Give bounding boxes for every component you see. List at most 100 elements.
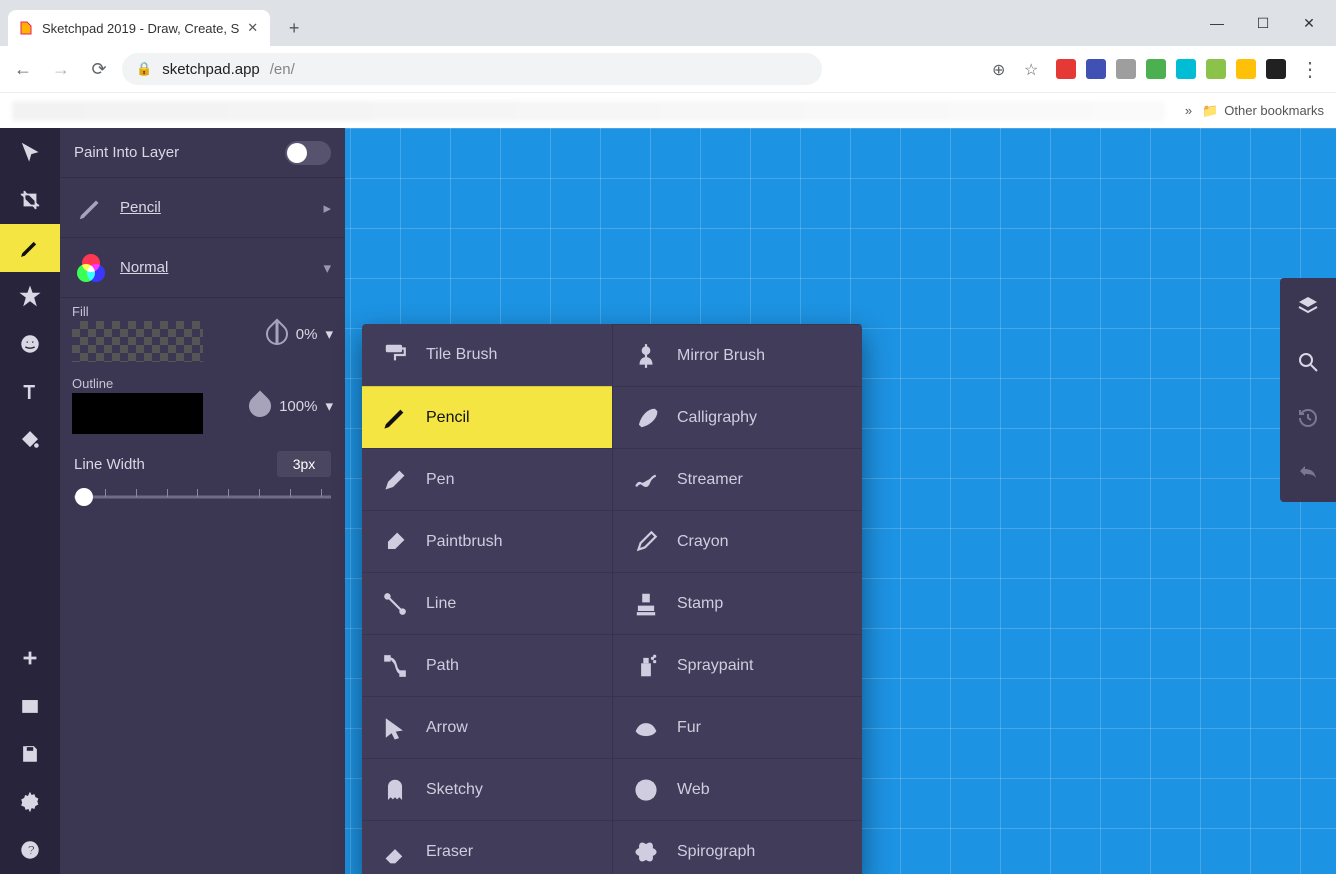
brush-crayon[interactable]: Crayon	[612, 510, 862, 572]
brush-sketchy[interactable]: Sketchy	[362, 758, 612, 820]
fill-tool[interactable]	[0, 416, 60, 464]
outline-opacity-value: 100%	[279, 398, 317, 415]
pen-icon	[380, 465, 410, 495]
brush-spraypaint[interactable]: Spraypaint	[612, 634, 862, 696]
save-button[interactable]	[0, 730, 60, 778]
chevron-down-icon: ▾	[325, 325, 333, 343]
extension-icon[interactable]	[1086, 59, 1106, 79]
extensions	[1056, 59, 1286, 79]
brush-spirograph[interactable]: Spirograph	[612, 820, 862, 874]
undo-button[interactable]	[1280, 446, 1336, 502]
brush-arrow[interactable]: Arrow	[362, 696, 612, 758]
help-button[interactable]: ?	[0, 826, 60, 874]
forward-button[interactable]: →	[46, 54, 76, 84]
sketchpad-app: T ? Paint Into Layer Pencil ▸ Normal	[0, 128, 1336, 874]
line-icon	[380, 589, 410, 619]
slider-thumb[interactable]	[75, 488, 93, 506]
paint-into-layer-toggle[interactable]	[285, 141, 331, 165]
brush-pencil[interactable]: Pencil	[362, 386, 612, 448]
brush-eraser[interactable]: Eraser	[362, 820, 612, 874]
close-window-button[interactable]: ✕	[1286, 7, 1332, 39]
fill-label: Fill	[60, 298, 215, 321]
left-tool-rail: T ?	[0, 128, 60, 874]
select-tool[interactable]	[0, 128, 60, 176]
brush-tile-brush[interactable]: Tile Brush	[362, 324, 612, 386]
chevron-down-icon: ▾	[325, 397, 333, 415]
extension-icon[interactable]	[1266, 59, 1286, 79]
line-width-row: Line Width	[60, 442, 345, 486]
brush-label: Fur	[677, 719, 701, 737]
mirror-icon	[631, 341, 661, 371]
fill-opacity-control[interactable]: 0% ▾	[215, 298, 345, 370]
brush-line[interactable]: Line	[362, 572, 612, 634]
blend-mode-row[interactable]: Normal ▾	[60, 238, 345, 298]
url-host: sketchpad.app	[162, 61, 260, 78]
lock-icon: 🔒	[136, 61, 152, 77]
feather-icon	[631, 403, 661, 433]
brush-path[interactable]: Path	[362, 634, 612, 696]
line-width-slider[interactable]	[74, 492, 331, 502]
outline-swatch[interactable]	[72, 393, 203, 434]
brush-select-row[interactable]: Pencil ▸	[60, 178, 345, 238]
brush-label: Spirograph	[677, 843, 755, 861]
reload-button[interactable]: ⟳	[84, 54, 114, 84]
brush-stamp[interactable]: Stamp	[612, 572, 862, 634]
tool-options-panel: Paint Into Layer Pencil ▸ Normal ▾ Fill	[60, 128, 345, 874]
settings-button[interactable]	[0, 778, 60, 826]
streamer-icon	[631, 465, 661, 495]
new-tab-button[interactable]: +	[280, 14, 308, 42]
brush-paintbrush[interactable]: Paintbrush	[362, 510, 612, 572]
open-button[interactable]	[0, 682, 60, 730]
brush-fur[interactable]: Fur	[612, 696, 862, 758]
other-bookmarks-link[interactable]: Other bookmarks	[1224, 103, 1324, 118]
fill-opacity-value: 0%	[296, 326, 318, 343]
blend-icon	[74, 254, 108, 282]
brush-calligraphy[interactable]: Calligraphy	[612, 386, 862, 448]
extension-icon[interactable]	[1116, 59, 1136, 79]
maximize-button[interactable]: ☐	[1240, 7, 1286, 39]
brush-pen[interactable]: Pen	[362, 448, 612, 510]
extension-icon[interactable]	[1236, 59, 1256, 79]
brush-streamer[interactable]: Streamer	[612, 448, 862, 510]
bookmarks-overflow-icon[interactable]: »	[1185, 103, 1192, 118]
browser-tab[interactable]: Sketchpad 2019 - Draw, Create, S ✕	[8, 10, 270, 46]
svg-text:T: T	[24, 381, 35, 402]
line-width-input[interactable]	[277, 451, 331, 477]
brush-mirror-brush[interactable]: Mirror Brush	[612, 324, 862, 386]
arrow-icon	[380, 713, 410, 743]
shape-tool[interactable]	[0, 272, 60, 320]
bookmark-items[interactable]	[12, 101, 1165, 121]
window-controls: — ☐ ✕	[1194, 0, 1336, 46]
extension-icon[interactable]	[1146, 59, 1166, 79]
brush-web[interactable]: Web	[612, 758, 862, 820]
extension-icon[interactable]	[1176, 59, 1196, 79]
eraser-icon	[380, 837, 410, 867]
omnibox[interactable]: 🔒 sketchpad.app/en/	[122, 53, 822, 85]
outline-label: Outline	[60, 370, 215, 393]
clipart-tool[interactable]	[0, 320, 60, 368]
outline-opacity-control[interactable]: 100% ▾	[215, 370, 345, 442]
back-button[interactable]: ←	[8, 54, 38, 84]
minimize-button[interactable]: —	[1194, 7, 1240, 39]
draw-tool[interactable]	[0, 224, 60, 272]
extension-icon[interactable]	[1056, 59, 1076, 79]
search-button[interactable]	[1280, 334, 1336, 390]
close-tab-icon[interactable]: ✕	[247, 20, 258, 36]
ghost-icon	[380, 775, 410, 805]
layers-button[interactable]	[1280, 278, 1336, 334]
browser-window: Sketchpad 2019 - Draw, Create, S ✕ + — ☐…	[0, 0, 1336, 874]
crayon-icon	[631, 527, 661, 557]
fill-swatch[interactable]	[72, 321, 203, 362]
extension-icon[interactable]	[1206, 59, 1226, 79]
browser-menu-button[interactable]: ⋮	[1300, 57, 1320, 82]
brush-label: Mirror Brush	[677, 347, 765, 365]
new-button[interactable]	[0, 634, 60, 682]
history-button[interactable]	[1280, 390, 1336, 446]
favicon-icon	[18, 20, 34, 36]
stamp-icon	[631, 589, 661, 619]
bookmark-star-icon[interactable]: ☆	[1024, 60, 1042, 78]
zoom-plus-icon[interactable]: ⊕	[992, 60, 1010, 78]
text-tool[interactable]: T	[0, 368, 60, 416]
atom-icon	[631, 837, 661, 867]
crop-tool[interactable]	[0, 176, 60, 224]
